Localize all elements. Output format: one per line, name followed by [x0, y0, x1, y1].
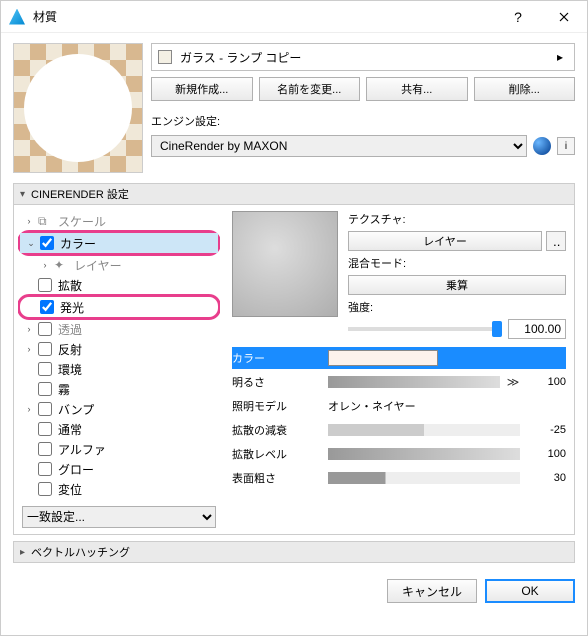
cinerender-section-header[interactable]: ▾ CINERENDER 設定	[13, 183, 575, 205]
vector-hatching-header[interactable]: ▸ ベクトルハッチング	[13, 541, 575, 563]
material-preview	[13, 43, 143, 173]
strength-input[interactable]	[508, 319, 566, 339]
help-button[interactable]: ?	[495, 1, 541, 33]
engine-label: エンジン設定:	[151, 113, 575, 129]
tree-displacement-checkbox[interactable]	[38, 482, 52, 496]
prop-diff-atten[interactable]: 拡散の減衰 -25	[232, 419, 566, 441]
tree-alpha[interactable]: アルファ	[18, 439, 220, 459]
rename-button[interactable]: 名前を変更...	[259, 77, 361, 101]
new-button[interactable]: 新規作成...	[151, 77, 253, 101]
roughness-bar[interactable]	[328, 472, 520, 484]
prop-illum-model[interactable]: 照明モデル オレン・ネイヤー	[232, 395, 566, 417]
material-name-text: ガラス - ランプ コピー	[180, 49, 301, 66]
texture-label: テクスチャ:	[348, 211, 566, 227]
tree-bump[interactable]: › バンプ	[18, 399, 220, 419]
engine-select[interactable]: CineRender by MAXON	[151, 135, 527, 157]
texture-preview	[232, 211, 338, 317]
tree-bump-checkbox[interactable]	[38, 402, 52, 416]
ok-button[interactable]: OK	[485, 579, 575, 603]
diff-atten-bar[interactable]	[328, 424, 520, 436]
tree-color[interactable]: ⌄ カラー	[20, 233, 218, 253]
engine-icon	[533, 137, 551, 155]
strength-label: 強度:	[348, 299, 566, 315]
material-dropdown-icon[interactable]: ▸	[552, 50, 568, 64]
tree-color-checkbox[interactable]	[40, 236, 54, 250]
texture-layer-button[interactable]: レイヤー	[348, 231, 542, 251]
tree-reflection[interactable]: › 反射	[18, 339, 220, 359]
delete-button[interactable]: 削除...	[474, 77, 576, 101]
titlebar: 材質 ?	[1, 1, 587, 33]
tree-alpha-checkbox[interactable]	[38, 442, 52, 456]
cinerender-section-title: CINERENDER 設定	[31, 186, 129, 202]
brightness-bar[interactable]	[328, 376, 500, 388]
tree-grass[interactable]: › 芝生	[18, 499, 220, 502]
tree-scale[interactable]: › ⧉ スケール	[18, 211, 220, 231]
engine-info-button[interactable]: i	[557, 137, 575, 155]
prop-diff-level[interactable]: 拡散レベル 100	[232, 443, 566, 465]
tree-luminance[interactable]: 発光	[20, 297, 218, 317]
tree-environment[interactable]: 環境	[18, 359, 220, 379]
chevron-down-icon: ▾	[20, 189, 25, 200]
match-settings-select[interactable]: 一致設定...	[22, 506, 216, 528]
tree-luminance-checkbox[interactable]	[40, 300, 54, 314]
app-icon	[9, 9, 25, 25]
material-swatch	[158, 50, 172, 64]
channel-tree: › ⧉ スケール ⌄ カラー › ✦ レイヤー	[18, 211, 220, 502]
tree-glow-checkbox[interactable]	[38, 462, 52, 476]
tree-normal-checkbox[interactable]	[38, 422, 52, 436]
highlight-luminance: 発光	[18, 294, 220, 320]
share-button[interactable]: 共有...	[366, 77, 468, 101]
texture-browse-button[interactable]: ..	[546, 231, 566, 251]
highlight-color: ⌄ カラー	[18, 230, 220, 256]
tree-fog[interactable]: 霧	[18, 379, 220, 399]
tree-glow[interactable]: グロー	[18, 459, 220, 479]
tree-reflection-checkbox[interactable]	[38, 342, 52, 356]
prop-color[interactable]: カラー	[232, 347, 566, 369]
material-name-field[interactable]: ガラス - ランプ コピー ▸	[151, 43, 575, 71]
window-title: 材質	[33, 8, 495, 25]
tree-diffuse[interactable]: 拡散	[18, 275, 220, 295]
diff-level-bar[interactable]	[328, 448, 520, 460]
tree-environment-checkbox[interactable]	[38, 362, 52, 376]
close-button[interactable]	[541, 1, 587, 33]
prop-roughness[interactable]: 表面粗さ 30	[232, 467, 566, 489]
slider-thumb[interactable]	[492, 321, 502, 337]
blendmode-label: 混合モード:	[348, 255, 566, 271]
strength-slider[interactable]	[348, 327, 502, 331]
tree-transparency-checkbox[interactable]	[38, 322, 52, 336]
vector-hatching-title: ベクトルハッチング	[31, 544, 130, 560]
tree-displacement[interactable]: 変位	[18, 479, 220, 499]
color-swatch[interactable]	[328, 350, 438, 366]
chevron-right-icon: ▸	[20, 547, 25, 558]
tree-diffuse-checkbox[interactable]	[38, 278, 52, 292]
cancel-button[interactable]: キャンセル	[387, 579, 477, 603]
tree-transparency[interactable]: › 透過	[18, 319, 220, 339]
tree-layer[interactable]: › ✦ レイヤー	[18, 255, 220, 275]
prop-brightness[interactable]: 明るさ ≫ 100	[232, 371, 566, 393]
expand-icon[interactable]: ≫	[506, 375, 520, 389]
tree-normal[interactable]: 通常	[18, 419, 220, 439]
blendmode-button[interactable]: 乗算	[348, 275, 566, 295]
tree-fog-checkbox[interactable]	[38, 382, 52, 396]
